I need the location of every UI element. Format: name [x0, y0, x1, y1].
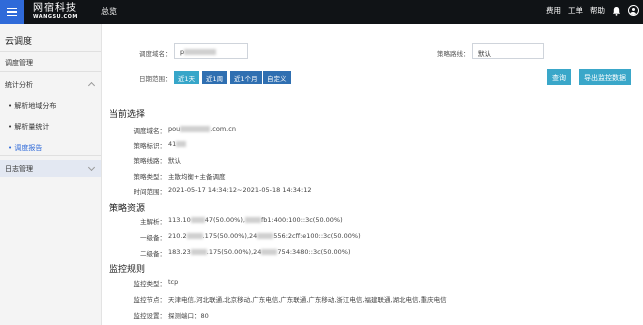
row-label: 主解析： — [140, 218, 166, 226]
bell-icon[interactable] — [612, 6, 621, 16]
menu-icon[interactable] — [0, 0, 24, 24]
row-label: 监控设置： — [133, 312, 167, 320]
help-link[interactable]: 帮助 — [590, 5, 605, 16]
sidebar-subitem-resolution-stats[interactable]: • 解析量统计 — [8, 122, 49, 132]
redacted-text — [180, 126, 211, 132]
current-selection-title: 当前选择 — [109, 110, 146, 120]
row-value: 主散均衡+主备调度 — [168, 173, 226, 181]
sidebar-divider — [0, 51, 101, 52]
row-label: 时间范围： — [133, 188, 167, 196]
redacted-text — [261, 249, 278, 255]
row-value: 210.2.175(50.00%),24 556:2cff:e100::3c(50… — [168, 232, 361, 240]
row-value: 183.23.175(50.00%),24 754:3480::3c(50.00%… — [168, 248, 351, 256]
monitor-rules-title: 监控规则 — [109, 265, 146, 275]
row-label: 二级备： — [140, 250, 166, 258]
date-range-label: 日期范围： — [139, 75, 172, 83]
row-label: 策略类型： — [133, 173, 167, 181]
row-value: 2021-05-17 14:34:12~2021-05-18 14:34:12 — [168, 186, 312, 194]
domain-label: 调度域名： — [139, 50, 172, 58]
row-label: 一级备： — [140, 234, 166, 242]
logo-text-cn: 网宿科技 — [33, 3, 77, 14]
row-label: 策略线路： — [133, 157, 167, 165]
user-avatar-icon[interactable] — [628, 5, 639, 16]
chevron-up-icon[interactable] — [87, 81, 96, 90]
ticket-link[interactable]: 工单 — [568, 5, 583, 16]
redacted-text — [244, 217, 261, 223]
billing-link[interactable]: 费用 — [546, 5, 561, 16]
policy-line-select[interactable]: 默认 — [472, 43, 544, 59]
redacted-text — [190, 249, 207, 255]
top-right-menu: 费用 工单 帮助 — [546, 5, 639, 16]
redacted-text — [184, 49, 217, 55]
sidebar-item-log-management[interactable]: 日志管理 — [5, 164, 33, 174]
date-1-day-button[interactable]: 近1天 — [174, 71, 200, 84]
row-value: pou .com.cn — [168, 125, 236, 133]
redacted-text — [176, 141, 187, 147]
logo-text-en: WANGSU.COM — [33, 14, 78, 20]
row-label: 监控节点： — [133, 296, 167, 304]
domain-input[interactable]: p — [174, 43, 248, 59]
row-label: 调度域名： — [133, 127, 167, 135]
sidebar-title: 云调度 — [5, 37, 33, 47]
redacted-text — [190, 217, 205, 223]
date-1-week-button[interactable]: 近1周 — [202, 71, 228, 84]
company-logo[interactable]: 网宿科技 WANGSU.COM — [33, 3, 78, 20]
row-label: 监控类型： — [133, 280, 167, 288]
row-label: 策略标识： — [133, 142, 167, 150]
row-value: tcp — [168, 278, 179, 286]
redacted-text — [186, 233, 203, 239]
sidebar-divider — [0, 71, 101, 72]
query-button[interactable]: 查询 — [547, 69, 571, 85]
date-custom-button[interactable]: 自定义 — [263, 71, 291, 84]
date-1-month-button[interactable]: 近1个月 — [230, 71, 262, 84]
row-value: 天津电信,河北联通,北京移动,广东电信,广东联通,广东移动,浙江电信,福建联通,… — [168, 296, 447, 304]
sidebar-subitem-dispatch-report[interactable]: • 调度报告 — [8, 143, 42, 153]
sidebar-item-statistics[interactable]: 统计分析 — [5, 80, 33, 90]
nav-overview-link[interactable]: 总览 — [101, 6, 117, 17]
policy-resources-title: 策略资源 — [109, 204, 146, 214]
row-value: 41 — [168, 140, 187, 148]
sidebar-divider — [0, 155, 101, 156]
row-value: 默认 — [168, 157, 181, 165]
export-monitor-data-button[interactable]: 导出监控数据 — [579, 69, 631, 85]
sidebar-item-dispatch-management[interactable]: 调度管理 — [5, 58, 33, 68]
redacted-text — [257, 233, 274, 239]
policy-line-label: 策略路线： — [437, 50, 470, 58]
top-bar: 网宿科技 WANGSU.COM 总览 费用 工单 帮助 — [0, 0, 643, 24]
row-value: 113.10 47(50.00%), fb1:400:100::3c(50.00%) — [168, 216, 343, 224]
row-value: 探测端口：80 — [168, 312, 209, 320]
sidebar: 云调度 调度管理 统计分析 • 解析地域分布 • 解析量统计 • 调度报告 日志… — [0, 24, 102, 325]
sidebar-subitem-region-distribution[interactable]: • 解析地域分布 — [8, 101, 56, 111]
